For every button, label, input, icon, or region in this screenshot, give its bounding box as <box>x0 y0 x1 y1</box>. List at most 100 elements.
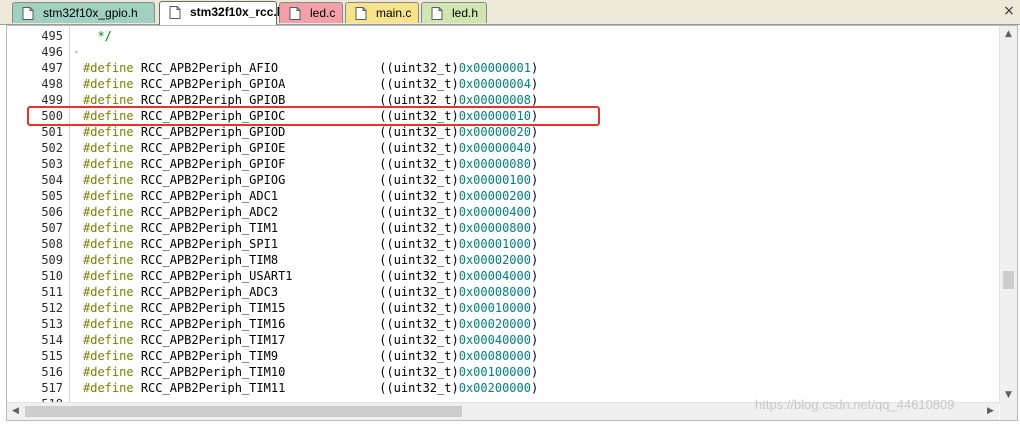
horizontal-scroll-thumb[interactable] <box>25 406 462 417</box>
code-text: #define RCC_APB2Periph_ADC2 ((uint32_t)0… <box>83 204 538 220</box>
close-paren: ) <box>530 61 539 75</box>
line-number: 508 <box>41 237 63 251</box>
code-line[interactable]: 502 #define RCC_APB2Periph_GPIOE ((uint32… <box>7 140 999 156</box>
code-line[interactable]: 505 #define RCC_APB2Periph_ADC1 ((uint32_… <box>7 188 999 204</box>
close-paren: ) <box>530 189 539 203</box>
close-paren: ) <box>530 141 539 155</box>
code-line[interactable]: 501 #define RCC_APB2Periph_GPIOD ((uint32… <box>7 124 999 140</box>
line-number: 503 <box>41 157 63 171</box>
line-number: 512 <box>41 301 63 315</box>
close-paren: ) <box>530 125 539 139</box>
code-line[interactable]: 512 #define RCC_APB2Periph_TIM15 ((uint32… <box>7 300 999 316</box>
close-paren: ) <box>530 333 539 347</box>
hex-value: 0x00100000 <box>458 365 531 379</box>
type-cast: ((uint32_t) <box>379 381 459 395</box>
code-line[interactable]: 517 #define RCC_APB2Periph_TIM11 ((uint32… <box>7 380 999 396</box>
code-line[interactable]: 495 */ <box>7 28 999 44</box>
define-directive: #define <box>83 125 134 139</box>
vertical-scrollbar[interactable]: ▲ ▼ <box>999 26 1017 404</box>
type-cast: ((uint32_t) <box>379 317 459 331</box>
code-line[interactable]: 511 #define RCC_APB2Periph_ADC3 ((uint32_… <box>7 284 999 300</box>
macro-name: RCC_APB2Periph_TIM10 <box>140 365 286 379</box>
macro-name: RCC_APB2Periph_GPIOB <box>140 93 286 107</box>
code-line[interactable]: 515 #define RCC_APB2Periph_TIM9 ((uint32_… <box>7 348 999 364</box>
code-text: #define RCC_APB2Periph_GPIOE ((uint32_t)… <box>83 140 538 156</box>
code-text: #define RCC_APB2Periph_SPI1 ((uint32_t)0… <box>83 236 538 252</box>
hex-value: 0x00001000 <box>458 237 531 251</box>
type-cast: ((uint32_t) <box>379 285 459 299</box>
hex-value: 0x00000001 <box>458 61 531 75</box>
define-directive: #define <box>83 365 134 379</box>
code-line[interactable]: 497 #define RCC_APB2Periph_AFIO ((uint32_… <box>7 60 999 76</box>
type-cast: ((uint32_t) <box>379 205 459 219</box>
line-number: 504 <box>41 173 63 187</box>
close-paren: ) <box>530 221 539 235</box>
macro-name: RCC_APB2Periph_TIM17 <box>140 333 286 347</box>
macro-name: RCC_APB2Periph_ADC2 <box>140 205 279 219</box>
scroll-down-arrow-icon[interactable]: ▼ <box>1000 387 1017 404</box>
define-directive: #define <box>83 301 134 315</box>
tab-led-h[interactable]: led.h <box>421 2 487 23</box>
close-paren: ) <box>530 317 539 331</box>
hex-value: 0x00000004 <box>458 77 531 91</box>
code-line[interactable]: 498 #define RCC_APB2Periph_GPIOA ((uint32… <box>7 76 999 92</box>
define-directive: #define <box>83 285 134 299</box>
type-cast: ((uint32_t) <box>379 333 459 347</box>
hex-value: 0x00000008 <box>458 93 531 107</box>
code-line[interactable]: 504 #define RCC_APB2Periph_GPIOG ((uint32… <box>7 172 999 188</box>
vertical-scroll-thumb[interactable] <box>1003 271 1014 289</box>
type-cast: ((uint32_t) <box>379 93 459 107</box>
file-icon <box>22 7 34 20</box>
code-line[interactable]: 496- <box>7 44 999 60</box>
tab-stm32f10x-rcc-h[interactable]: stm32f10x_rcc.h <box>159 1 284 25</box>
hex-value: 0x00000020 <box>458 125 531 139</box>
type-cast: ((uint32_t) <box>379 61 459 75</box>
code-editor[interactable]: 495 */496-497 #define RCC_APB2Periph_AFIO… <box>6 25 1018 421</box>
define-directive: #define <box>83 157 134 171</box>
type-cast: ((uint32_t) <box>379 157 459 171</box>
tab-main-c[interactable]: main.c <box>345 2 419 23</box>
define-directive: #define <box>83 269 134 283</box>
tab-label: stm32f10x_gpio.h <box>43 6 138 20</box>
code-line[interactable]: 509 #define RCC_APB2Periph_TIM8 ((uint32_… <box>7 252 999 268</box>
close-icon[interactable]: × <box>1002 4 1016 18</box>
code-line[interactable]: 507 #define RCC_APB2Periph_TIM1 ((uint32_… <box>7 220 999 236</box>
code-line[interactable]: 508 #define RCC_APB2Periph_SPI1 ((uint32_… <box>7 236 999 252</box>
code-line[interactable]: 510 #define RCC_APB2Periph_USART1 ((uint3… <box>7 268 999 284</box>
line-number: 505 <box>41 189 63 203</box>
code-text: #define RCC_APB2Periph_GPIOA ((uint32_t)… <box>83 76 538 92</box>
code-line[interactable]: 516 #define RCC_APB2Periph_TIM10 ((uint32… <box>7 364 999 380</box>
code-text: #define RCC_APB2Periph_TIM11 ((uint32_t)… <box>83 380 538 396</box>
line-number: 496 <box>41 45 63 59</box>
line-number: 513 <box>41 317 63 331</box>
type-cast: ((uint32_t) <box>379 269 459 283</box>
code-line[interactable]: 503 #define RCC_APB2Periph_GPIOF ((uint32… <box>7 156 999 172</box>
line-number: 514 <box>41 333 63 347</box>
define-directive: #define <box>83 93 134 107</box>
file-icon <box>431 7 443 20</box>
define-directive: #define <box>83 237 134 251</box>
hex-value: 0x00000400 <box>458 205 531 219</box>
line-number: 516 <box>41 365 63 379</box>
close-paren: ) <box>530 285 539 299</box>
close-paren: ) <box>530 77 539 91</box>
code-text: #define RCC_APB2Periph_ADC1 ((uint32_t)0… <box>83 188 538 204</box>
hex-value: 0x00040000 <box>458 333 531 347</box>
macro-name: RCC_APB2Periph_GPIOF <box>140 157 286 171</box>
tab-led-c[interactable]: led.c <box>279 2 343 23</box>
scroll-left-arrow-icon[interactable]: ◀ <box>7 403 24 420</box>
type-cast: ((uint32_t) <box>379 77 459 91</box>
define-directive: #define <box>83 221 134 235</box>
macro-name: RCC_APB2Periph_TIM16 <box>140 317 286 331</box>
tab-stm32f10x-gpio-h[interactable]: stm32f10x_gpio.h <box>12 2 155 23</box>
scroll-up-arrow-icon[interactable]: ▲ <box>1000 26 1017 43</box>
code-area[interactable]: 495 */496-497 #define RCC_APB2Periph_AFIO… <box>7 26 999 404</box>
code-text: #define RCC_APB2Periph_AFIO ((uint32_t)0… <box>83 60 538 76</box>
code-line[interactable]: 514 #define RCC_APB2Periph_TIM17 ((uint32… <box>7 332 999 348</box>
scroll-right-arrow-icon[interactable]: ▶ <box>982 403 999 420</box>
tab-label: stm32f10x_rcc.h <box>190 5 285 19</box>
macro-name: RCC_APB2Periph_ADC1 <box>140 189 279 203</box>
code-line[interactable]: 506 #define RCC_APB2Periph_ADC2 ((uint32_… <box>7 204 999 220</box>
type-cast: ((uint32_t) <box>379 125 459 139</box>
code-line[interactable]: 513 #define RCC_APB2Periph_TIM16 ((uint32… <box>7 316 999 332</box>
